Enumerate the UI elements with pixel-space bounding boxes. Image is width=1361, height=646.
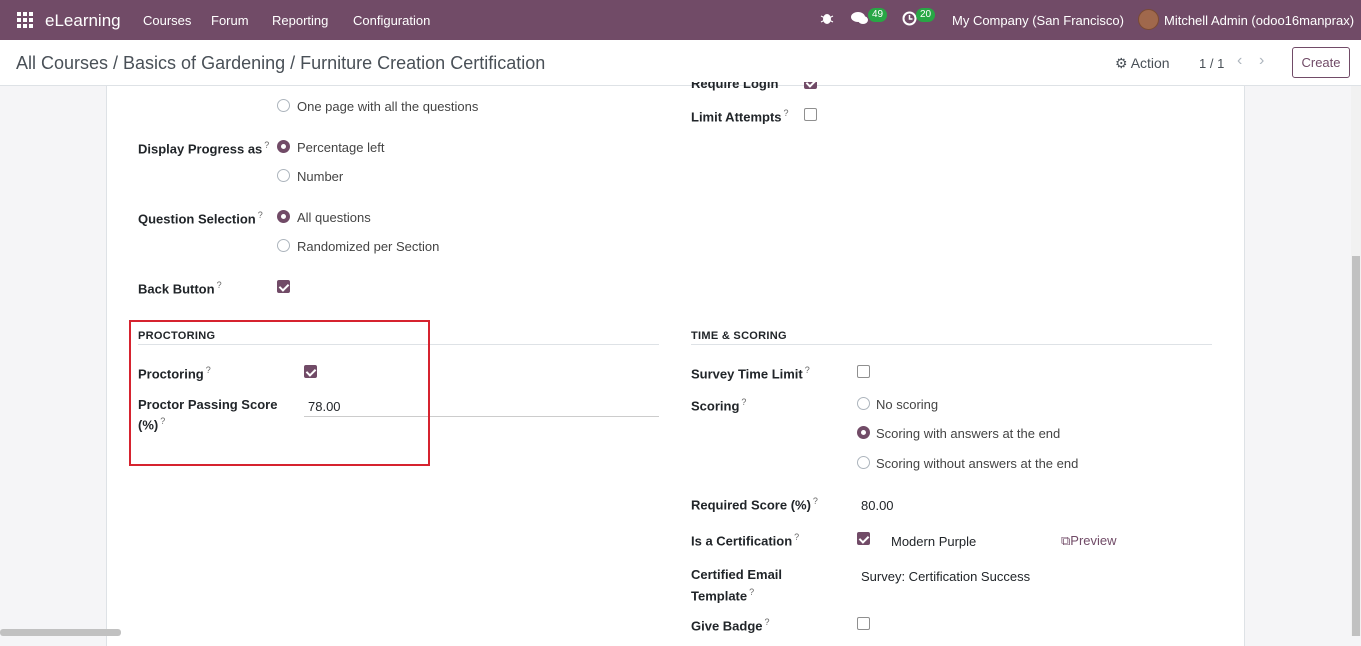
pager-value[interactable]: 1 / 1 <box>1199 56 1224 71</box>
scoring-radio-with-answers[interactable] <box>857 426 870 439</box>
proctoring-highlight-box <box>129 320 430 466</box>
time-scoring-divider <box>691 344 1212 345</box>
selection-option-all: All questions <box>297 210 371 225</box>
certified-email-template-value[interactable]: Survey: Certification Success <box>861 569 1030 584</box>
control-panel: All Courses / Basics of Gardening / Furn… <box>0 40 1361 86</box>
scoring-option-without-answers: Scoring without answers at the end <box>876 456 1079 471</box>
scoring-radio-without-answers[interactable] <box>857 456 870 469</box>
menu-configuration[interactable]: Configuration <box>353 13 430 28</box>
create-button[interactable]: Create <box>1292 47 1350 78</box>
pager-previous-icon[interactable]: ‹ <box>1237 52 1242 70</box>
progress-option-number: Number <box>297 169 344 184</box>
give-badge-checkbox[interactable] <box>857 617 870 630</box>
user-menu[interactable]: Mitchell Admin (odoo16manprax) <box>1164 13 1354 28</box>
time-scoring-section-title: TIME & SCORING <box>691 330 787 342</box>
progress-radio-number[interactable] <box>277 169 290 182</box>
debug-bug-icon[interactable] <box>820 11 834 28</box>
progress-radio-percentage[interactable] <box>277 140 290 153</box>
activities-badge: 20 <box>916 8 936 22</box>
scoring-option-with-answers: Scoring with answers at the end <box>876 426 1061 441</box>
back-button-checkbox[interactable] <box>277 280 290 293</box>
question-selection-label: Question Selection? <box>138 210 263 227</box>
selection-radio-all[interactable] <box>277 210 290 223</box>
messages-badge: 49 <box>868 8 888 22</box>
selection-radio-randomized[interactable] <box>277 239 290 252</box>
apps-menu-icon[interactable] <box>17 12 33 28</box>
limit-attempts-checkbox[interactable] <box>804 108 817 121</box>
app-name[interactable]: eLearning <box>45 11 121 31</box>
menu-reporting[interactable]: Reporting <box>272 13 328 28</box>
activities-clock-icon[interactable] <box>902 11 917 29</box>
user-avatar[interactable] <box>1138 9 1159 30</box>
progress-option-percentage: Percentage left <box>297 140 385 155</box>
vertical-scrollbar-thumb[interactable] <box>1352 256 1360 636</box>
action-menu[interactable]: ⚙ Action <box>1115 55 1170 72</box>
gear-icon: ⚙ <box>1115 55 1128 71</box>
is-certification-label: Is a Certification? <box>691 532 800 549</box>
survey-time-limit-checkbox[interactable] <box>857 365 870 378</box>
give-badge-label: Give Badge? <box>691 617 770 634</box>
horizontal-scrollbar-thumb[interactable] <box>0 629 121 636</box>
back-button-label: Back Button? <box>138 280 222 297</box>
layout-radio-one-page[interactable] <box>277 99 290 112</box>
certification-template-select[interactable]: Modern Purple <box>891 534 976 549</box>
scoring-radio-none[interactable] <box>857 397 870 410</box>
certified-email-label-template: Template? <box>691 587 755 604</box>
external-link-icon: ⧉ <box>1061 533 1071 548</box>
company-switcher[interactable]: My Company (San Francisco) <box>952 13 1124 28</box>
scoring-option-none: No scoring <box>876 397 939 412</box>
preview-link[interactable]: ⧉Preview <box>1061 533 1117 549</box>
messages-icon[interactable] <box>851 11 869 28</box>
survey-time-limit-label: Survey Time Limit? <box>691 365 810 382</box>
action-label: Action <box>1130 55 1170 71</box>
scoring-label: Scoring? <box>691 397 747 414</box>
layout-option-label: One page with all the questions <box>297 99 479 114</box>
required-score-value[interactable]: 80.00 <box>861 498 894 513</box>
pager-next-icon[interactable]: › <box>1259 52 1264 70</box>
limit-attempts-label: Limit Attempts? <box>691 108 789 125</box>
menu-courses[interactable]: Courses <box>143 13 191 28</box>
display-progress-label: Display Progress as? <box>138 140 270 157</box>
menu-forum[interactable]: Forum <box>211 13 249 28</box>
certified-email-label: Certified Email <box>691 567 783 582</box>
is-certification-checkbox[interactable] <box>857 532 870 545</box>
top-navbar: eLearning Courses Forum Reporting Config… <box>0 0 1361 40</box>
selection-option-randomized: Randomized per Section <box>297 239 440 254</box>
required-score-label: Required Score (%)? <box>691 496 818 513</box>
breadcrumb[interactable]: All Courses / Basics of Gardening / Furn… <box>16 53 545 74</box>
